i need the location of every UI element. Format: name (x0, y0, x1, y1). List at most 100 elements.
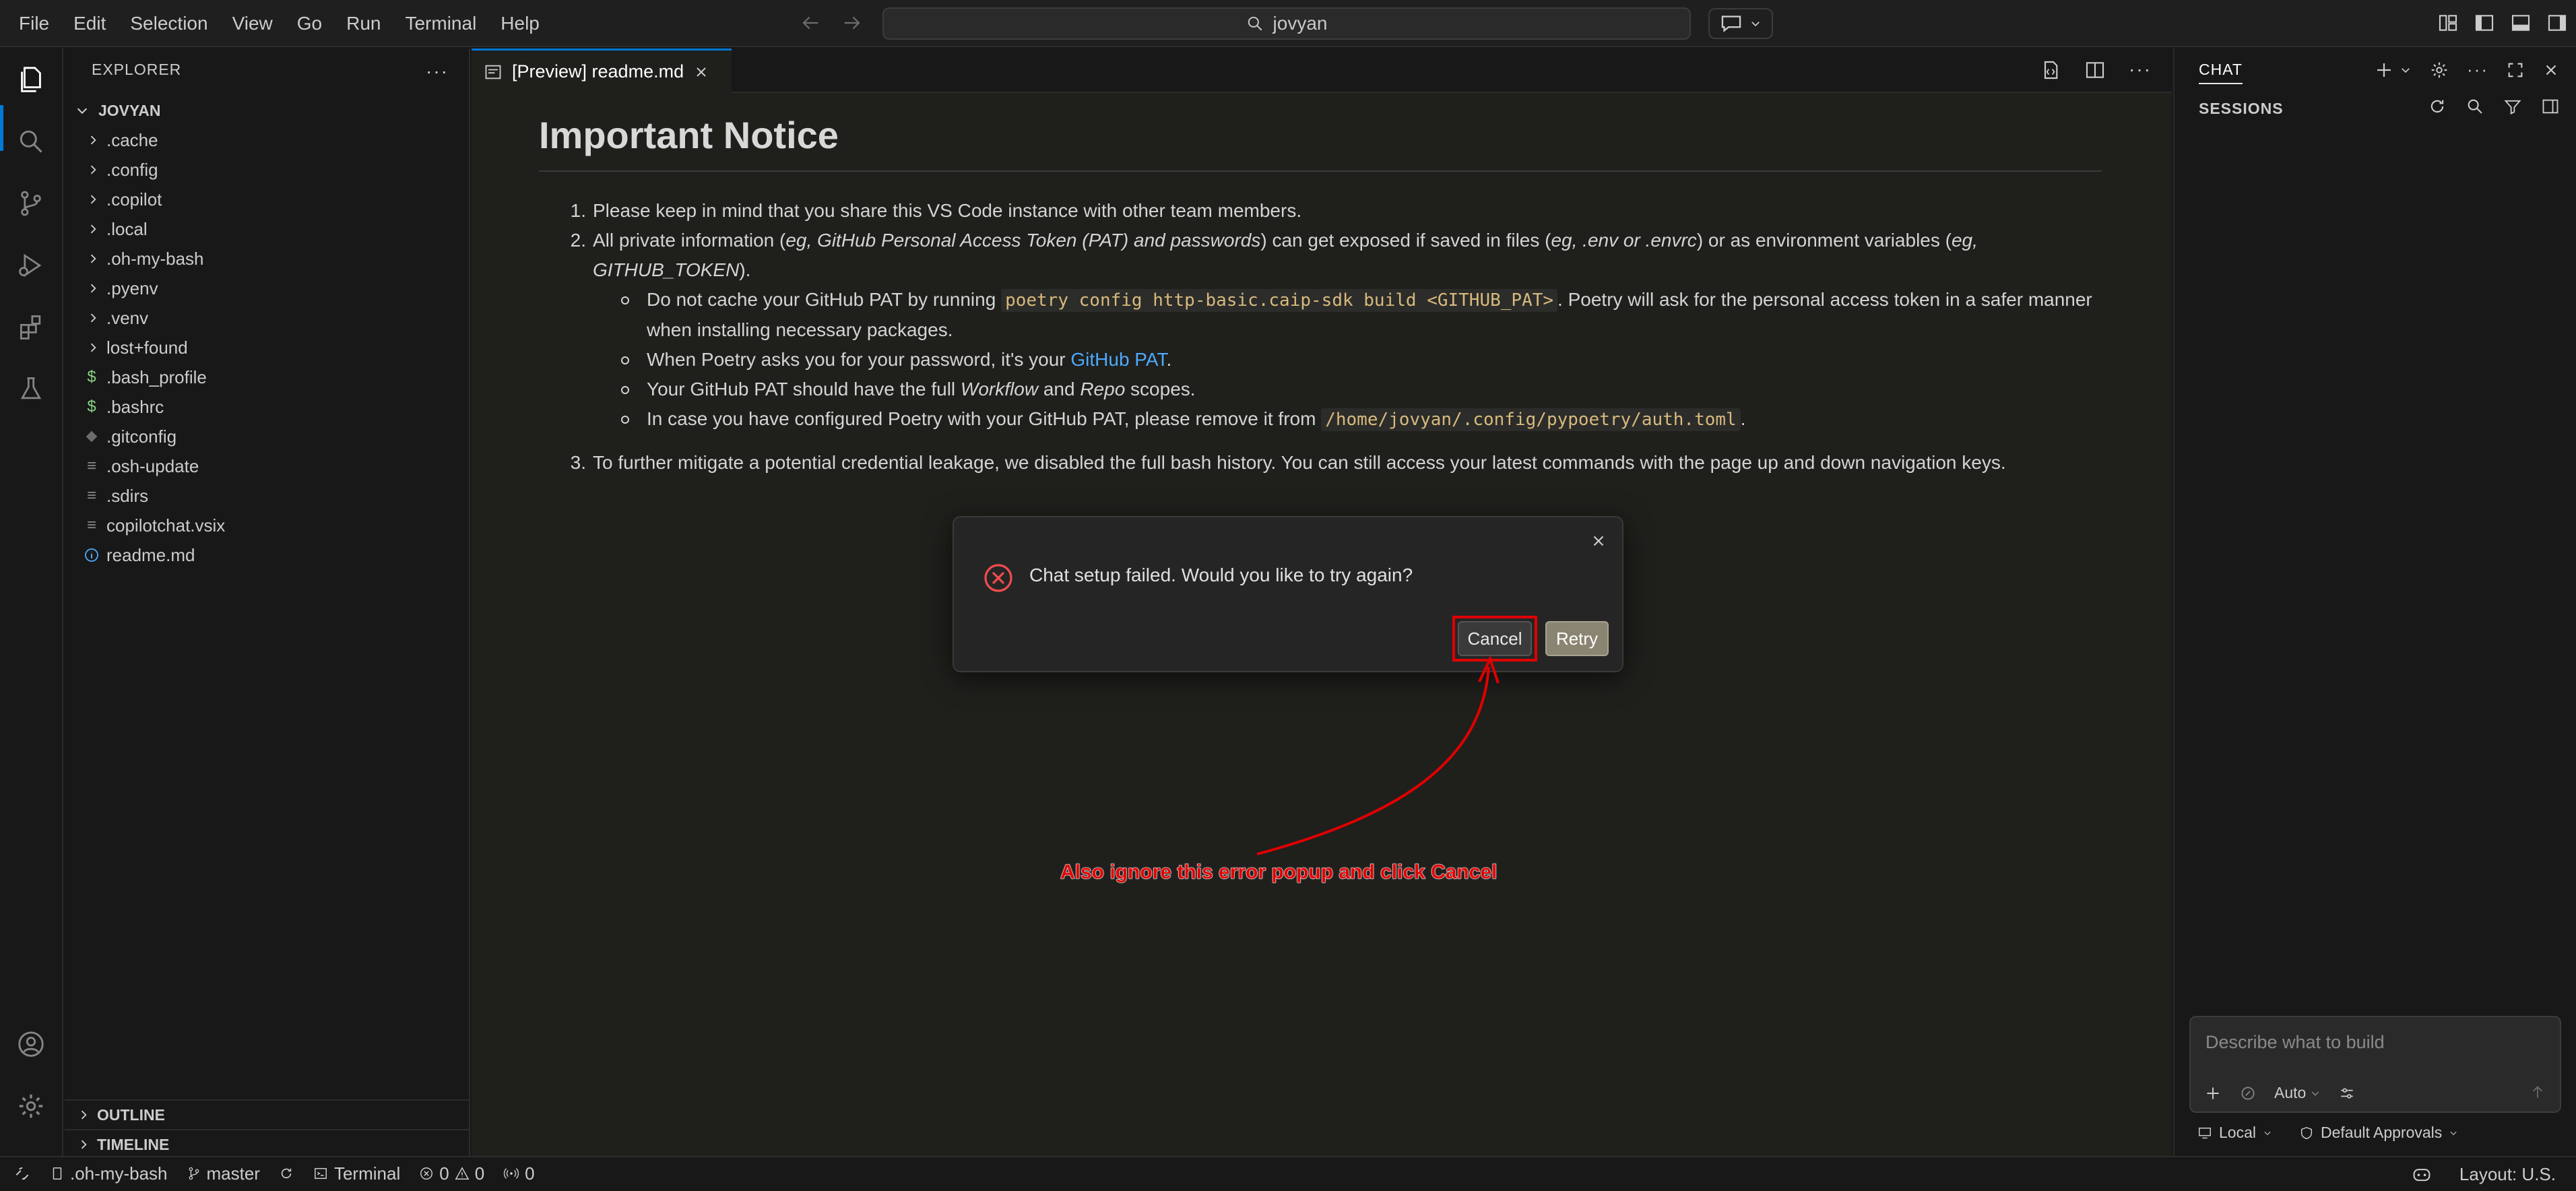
status-folder[interactable]: .oh-my-bash (40, 1163, 177, 1184)
menu-go[interactable]: Go (285, 0, 334, 47)
send-arrow-icon[interactable] (2529, 1083, 2546, 1101)
menu-help[interactable]: Help (488, 0, 552, 47)
preview-icon (484, 63, 503, 82)
dialog-message: Chat setup failed. Would you like to try… (1029, 565, 1413, 585)
filter-icon[interactable] (2503, 97, 2522, 116)
status-terminal[interactable]: Terminal (303, 1163, 410, 1184)
chat-input-box[interactable]: Describe what to build Auto (2189, 1016, 2561, 1113)
copilot-status-icon[interactable] (2411, 1165, 2433, 1184)
source-control-icon[interactable] (13, 186, 49, 221)
close-icon[interactable] (2542, 61, 2560, 79)
close-icon[interactable] (1590, 532, 1607, 550)
location-select[interactable]: Local (2197, 1124, 2272, 1142)
tree-file-copilotchat-vsix[interactable]: ≡ copilotchat.vsix (65, 511, 469, 540)
menu-selection[interactable]: Selection (118, 0, 220, 47)
explorer-sidebar: EXPLORER ··· JOVYAN .cache .config .copi… (65, 49, 470, 1156)
split-editor-icon[interactable] (2084, 59, 2106, 81)
approvals-select[interactable]: Default Approvals (2299, 1124, 2458, 1142)
customize-layout-icon[interactable] (2437, 12, 2459, 34)
plus-icon[interactable] (2374, 60, 2394, 80)
copilot-chat-button[interactable] (1708, 8, 1773, 39)
tree-item-label: lost+found (106, 337, 188, 358)
bullet-icon (593, 285, 647, 345)
menu-file[interactable]: File (7, 0, 61, 47)
tree-file-readme[interactable]: readme.md (65, 540, 469, 570)
status-right: Layout: U.S. (2411, 1157, 2556, 1191)
account-icon[interactable] (13, 1027, 49, 1062)
tree-file-sdirs[interactable]: ≡ .sdirs (65, 481, 469, 511)
more-actions-icon[interactable]: ··· (2467, 59, 2488, 80)
tree-folder-oh-my-bash[interactable]: .oh-my-bash (65, 244, 469, 273)
cancel-button[interactable]: Cancel (1458, 621, 1532, 656)
tab-readme-preview[interactable]: [Preview] readme.md (472, 49, 732, 93)
menu-terminal[interactable]: Terminal (393, 0, 488, 47)
toggle-panel-icon[interactable] (2510, 12, 2532, 34)
command-center-search[interactable]: jovyan (882, 7, 1691, 40)
back-arrow-icon[interactable] (799, 11, 822, 34)
chevron-right-icon (82, 155, 104, 185)
extensions-icon[interactable] (13, 310, 49, 345)
forward-arrow-icon[interactable] (841, 11, 864, 34)
tree-folder-lost-found[interactable]: lost+found (65, 333, 469, 362)
search-icon[interactable] (2466, 97, 2484, 116)
keyboard-layout[interactable]: Layout: U.S. (2459, 1164, 2556, 1185)
workspace-root[interactable]: JOVYAN (65, 96, 469, 125)
github-pat-link[interactable]: GitHub PAT (1070, 349, 1166, 370)
tree-file-bash-profile[interactable]: $ .bash_profile (65, 362, 469, 392)
tools-icon[interactable] (2239, 1085, 2257, 1102)
add-context-icon[interactable] (2204, 1085, 2222, 1102)
chevron-down-icon[interactable] (2400, 64, 2412, 76)
explorer-files-icon[interactable] (13, 62, 49, 97)
tree-folder-venv[interactable]: .venv (65, 303, 469, 333)
tree-file-bashrc[interactable]: $ .bashrc (65, 392, 469, 422)
list-item: 3. To further mitigate a potential crede… (539, 448, 2102, 478)
title-bar: File Edit Selection View Go Run Terminal… (0, 0, 2576, 47)
activity-bar (0, 49, 63, 1156)
status-ports[interactable]: 0 (494, 1163, 544, 1184)
status-branch[interactable]: master (177, 1163, 269, 1184)
tree-item-label: readme.md (106, 544, 195, 565)
sub-list: Do not cache your GitHub PAT by running … (593, 285, 2102, 434)
refresh-icon[interactable] (2428, 97, 2447, 116)
outline-section[interactable]: OUTLINE (65, 1099, 469, 1129)
close-icon[interactable] (693, 64, 709, 80)
workspace-root-label: JOVYAN (98, 101, 161, 119)
chat-tab[interactable]: CHAT (2199, 61, 2243, 84)
chevron-right-icon (82, 333, 104, 362)
timeline-section[interactable]: TIMELINE (65, 1129, 469, 1159)
tree-folder-config[interactable]: .config (65, 155, 469, 185)
tree-file-osh-update[interactable]: ≡ .osh-update (65, 451, 469, 481)
editor-tabs: [Preview] readme.md ··· (472, 49, 2172, 93)
sync-icon[interactable] (269, 1166, 303, 1181)
tree-folder-local[interactable]: .local (65, 214, 469, 244)
chat-sparkle-icon (1720, 13, 1743, 34)
toggle-secondary-sidebar-icon[interactable] (2546, 12, 2568, 34)
sidebar-toggle-icon[interactable] (2541, 97, 2560, 116)
tree-folder-cache[interactable]: .cache (65, 125, 469, 155)
settings-sliders-icon[interactable] (2338, 1085, 2356, 1102)
mode-select[interactable]: Auto (2274, 1084, 2321, 1102)
remote-indicator-icon[interactable] (0, 1165, 40, 1182)
tree-folder-pyenv[interactable]: .pyenv (65, 273, 469, 303)
more-actions-icon[interactable]: ··· (2129, 59, 2152, 81)
retry-button[interactable]: Retry (1545, 621, 1609, 656)
settings-gear-icon[interactable] (13, 1089, 49, 1124)
testing-flask-icon[interactable] (13, 372, 49, 407)
menu-run[interactable]: Run (334, 0, 393, 47)
search-view-icon[interactable] (13, 124, 49, 159)
toggle-primary-sidebar-icon[interactable] (2474, 12, 2495, 34)
gear-icon[interactable] (2429, 60, 2449, 80)
status-problems[interactable]: 0 0 (410, 1163, 494, 1184)
chevron-right-icon (82, 214, 104, 244)
sub-list-text: When Poetry asks you for your password, … (647, 349, 1172, 370)
open-source-icon[interactable] (2040, 59, 2061, 81)
sub-list-item: Your GitHub PAT should have the full Wor… (593, 375, 2102, 404)
menu-edit[interactable]: Edit (61, 0, 118, 47)
menu-view[interactable]: View (220, 0, 285, 47)
code-snippet: /home/jovyan/.config/pypoetry/auth.toml (1321, 408, 1741, 431)
run-debug-icon[interactable] (13, 248, 49, 283)
tree-file-gitconfig[interactable]: .gitconfig (65, 422, 469, 451)
maximize-icon[interactable] (2506, 61, 2525, 79)
more-actions-icon[interactable]: ··· (426, 61, 449, 82)
tree-folder-copilot[interactable]: .copilot (65, 185, 469, 214)
